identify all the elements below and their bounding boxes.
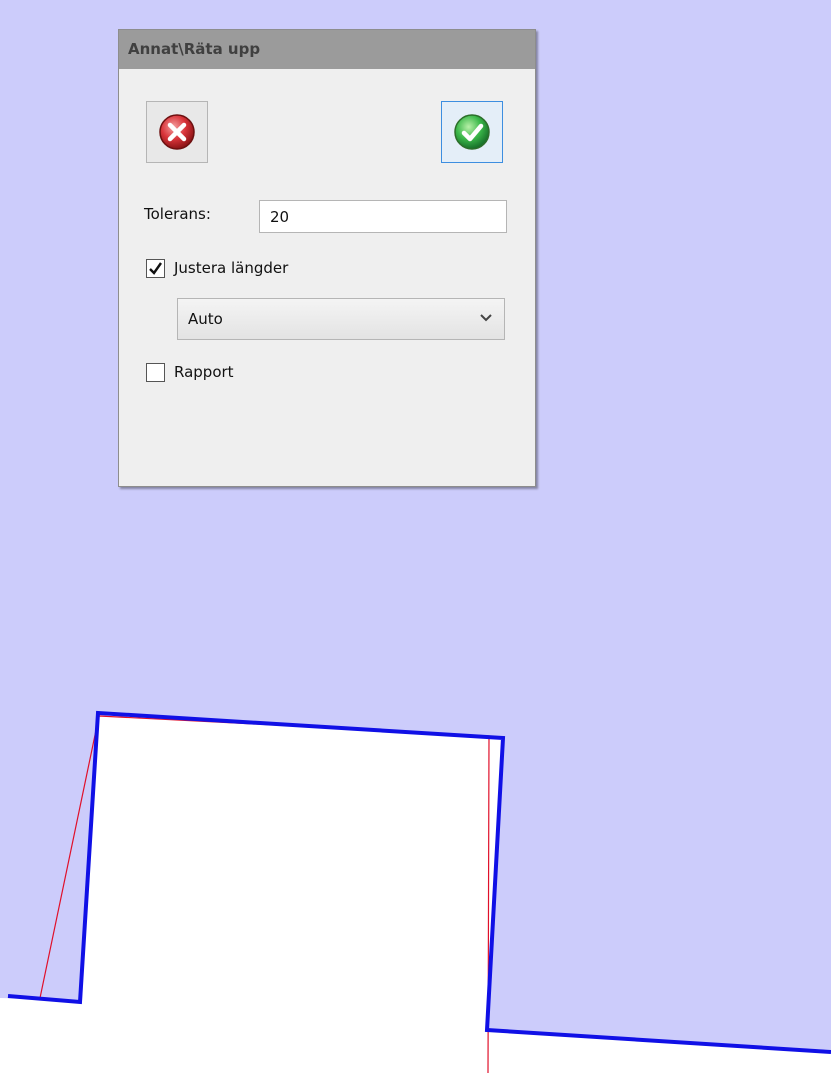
adjust-lengths-label[interactable]: Justera längder bbox=[174, 259, 288, 277]
straighten-dialog: Annat\Räta upp Tolerans: 20 Justera läng… bbox=[118, 29, 536, 487]
tolerance-label: Tolerans: bbox=[144, 205, 211, 223]
adjust-mode-select[interactable]: Auto bbox=[177, 298, 505, 340]
cancel-button[interactable] bbox=[146, 101, 208, 163]
adjust-mode-value: Auto bbox=[188, 310, 223, 328]
chevron-down-icon bbox=[480, 314, 492, 322]
tolerance-input[interactable] bbox=[259, 200, 507, 233]
report-checkbox[interactable] bbox=[146, 363, 165, 382]
dialog-title: Annat\Räta upp bbox=[119, 30, 535, 69]
cancel-x-icon bbox=[159, 114, 195, 150]
adjust-lengths-checkbox[interactable] bbox=[146, 259, 165, 278]
checkmark-icon bbox=[149, 262, 162, 275]
report-label[interactable]: Rapport bbox=[174, 363, 234, 381]
ok-check-icon bbox=[454, 114, 490, 150]
ok-button[interactable] bbox=[441, 101, 503, 163]
